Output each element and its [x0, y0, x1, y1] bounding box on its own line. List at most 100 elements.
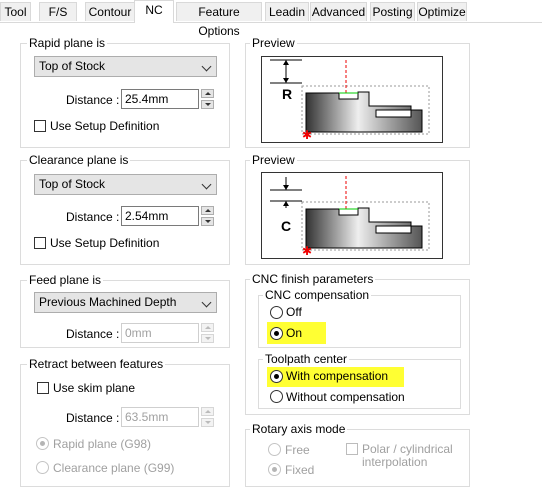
chevron-down-icon [201, 297, 212, 308]
compensation-on-label: On [286, 326, 303, 340]
rapid-distance-value: 25.4mm [125, 92, 169, 106]
spin-up-icon[interactable] [201, 206, 214, 215]
rotary-free-label: Free [285, 443, 310, 457]
clearance-setup-checkbox[interactable] [34, 237, 46, 249]
tab-leadin[interactable]: Leadin [265, 2, 309, 21]
clearance-plane-g99-label: Clearance plane (G99) [53, 461, 175, 475]
preview-rapid-group: Preview R ✱ [245, 36, 470, 148]
feed-distance-spinner[interactable] [201, 323, 214, 343]
cnc-finish-group: CNC finish parameters CNC compensation O… [245, 272, 470, 415]
chevron-down-icon [201, 179, 212, 190]
clearance-plane-group: Clearance plane is Top of Stock Distance… [20, 153, 230, 265]
tab-tool[interactable]: Tool [0, 2, 31, 21]
rapid-setup-checkbox[interactable] [34, 120, 46, 132]
clearance-plane-title: Clearance plane is [27, 153, 131, 167]
clearance-distance-value: 2.54mm [125, 209, 169, 223]
rotary-fixed-label: Fixed [285, 463, 315, 477]
preview-clearance-title: Preview [250, 153, 297, 167]
feed-plane-group: Feed plane is Previous Machined Depth Di… [20, 273, 230, 348]
toolpath-center-title: Toolpath center [263, 352, 350, 366]
tab-label: NC [145, 3, 163, 17]
tab-posting[interactable]: Posting [370, 2, 415, 21]
tab-label: Advanced [311, 5, 366, 19]
spin-down-icon[interactable] [201, 217, 214, 226]
skim-plane-checkbox[interactable] [37, 382, 49, 394]
rapid-plane-g98-radio[interactable] [36, 437, 49, 450]
rotary-fixed-radio[interactable] [268, 463, 281, 476]
with-compensation-radio[interactable] [270, 370, 283, 383]
tab-fs[interactable]: F/S [39, 2, 77, 21]
rapid-distance-spinner[interactable] [201, 89, 214, 109]
rapid-setup-label: Use Setup Definition [50, 119, 160, 133]
rapid-plane-title: Rapid plane is [27, 36, 108, 50]
feed-distance-input[interactable]: 0mm [121, 323, 199, 343]
tab-label: Posting [372, 5, 413, 19]
tab-label: Tool [4, 5, 27, 19]
tab-label: Optimize [418, 5, 466, 19]
without-compensation-label: Without compensation [286, 390, 405, 404]
preview-clearance-letter: C [281, 218, 291, 234]
preview-rapid-letter: R [282, 86, 292, 102]
spin-up-icon[interactable] [201, 407, 214, 416]
retract-distance-input[interactable]: 63.5mm [121, 407, 199, 427]
spin-up-icon[interactable] [201, 323, 214, 332]
rotary-axis-group: Rotary axis mode Free Fixed Polar / cyli… [245, 422, 470, 487]
retract-distance-value: 63.5mm [125, 410, 169, 424]
tab-nc[interactable]: NC [134, 0, 174, 23]
clearance-plane-g99-radio[interactable] [36, 461, 49, 474]
preview-clearance-image: C ✱ [261, 172, 443, 259]
tab-label: Feature Options [198, 5, 240, 38]
clearance-distance-input[interactable]: 2.54mm [121, 206, 199, 226]
compensation-off-label: Off [286, 305, 302, 319]
polar-interpolation-checkbox[interactable] [346, 443, 358, 455]
spin-up-icon[interactable] [201, 89, 214, 98]
feed-distance-label: Distance : [66, 327, 120, 341]
rapid-distance-input[interactable]: 25.4mm [121, 89, 199, 109]
rapid-plane-combo[interactable]: Top of Stock [34, 56, 217, 77]
clearance-setup-label: Use Setup Definition [50, 236, 160, 250]
rapid-distance-label: Distance : [66, 93, 120, 107]
retract-distance-label: Distance : [66, 411, 120, 425]
polar-interpolation-label-1: Polar / cylindrical [362, 442, 453, 456]
tab-advanced[interactable]: Advanced [310, 2, 367, 21]
retract-distance-spinner[interactable] [201, 407, 214, 427]
chevron-down-icon [201, 61, 212, 72]
origin-icon: ✱ [302, 244, 312, 258]
rapid-plane-group: Rapid plane is Top of Stock Distance : 2… [20, 36, 230, 148]
tab-bar: Tool F/S Contour NC Feature Options Lead… [0, 0, 542, 38]
origin-icon: ✱ [302, 128, 312, 142]
preview-rapid-image: R ✱ [261, 56, 443, 143]
retract-group: Retract between features Use skim plane … [20, 357, 230, 487]
polar-interpolation-label-2: interpolation [362, 455, 428, 469]
spin-down-icon[interactable] [201, 334, 214, 343]
preview-rapid-title: Preview [250, 36, 297, 50]
clearance-plane-combo[interactable]: Top of Stock [34, 174, 217, 195]
toolpath-center-group: Toolpath center With compensation Withou… [258, 352, 461, 409]
tab-label: Contour [88, 5, 132, 19]
rapid-plane-g98-label: Rapid plane (G98) [53, 437, 152, 451]
without-compensation-radio[interactable] [270, 390, 283, 403]
tab-optimize[interactable]: Optimize [417, 2, 467, 21]
clearance-distance-spinner[interactable] [201, 206, 214, 226]
cnc-compensation-group: CNC compensation Off On [258, 288, 461, 348]
rotary-axis-title: Rotary axis mode [250, 422, 348, 436]
spin-down-icon[interactable] [201, 418, 214, 427]
retract-title: Retract between features [27, 357, 166, 371]
tab-contour[interactable]: Contour [85, 2, 135, 21]
rotary-free-radio[interactable] [268, 443, 281, 456]
spin-down-icon[interactable] [201, 100, 214, 109]
tab-label: F/S [48, 5, 68, 19]
cnc-compensation-title: CNC compensation [263, 288, 372, 302]
cnc-finish-title: CNC finish parameters [250, 272, 376, 286]
feed-plane-combo[interactable]: Previous Machined Depth [34, 292, 217, 313]
compensation-on-radio[interactable] [270, 327, 283, 340]
tab-label: Leadin [268, 5, 306, 19]
feed-plane-title: Feed plane is [27, 273, 104, 287]
compensation-off-radio[interactable] [270, 306, 283, 319]
rapid-plane-value: Top of Stock [39, 59, 106, 73]
feed-distance-value: 0mm [125, 326, 152, 340]
tab-feature-options[interactable]: Feature Options [176, 2, 262, 38]
clearance-plane-value: Top of Stock [39, 177, 106, 191]
feed-plane-value: Previous Machined Depth [39, 295, 177, 309]
skim-plane-label: Use skim plane [53, 381, 136, 395]
